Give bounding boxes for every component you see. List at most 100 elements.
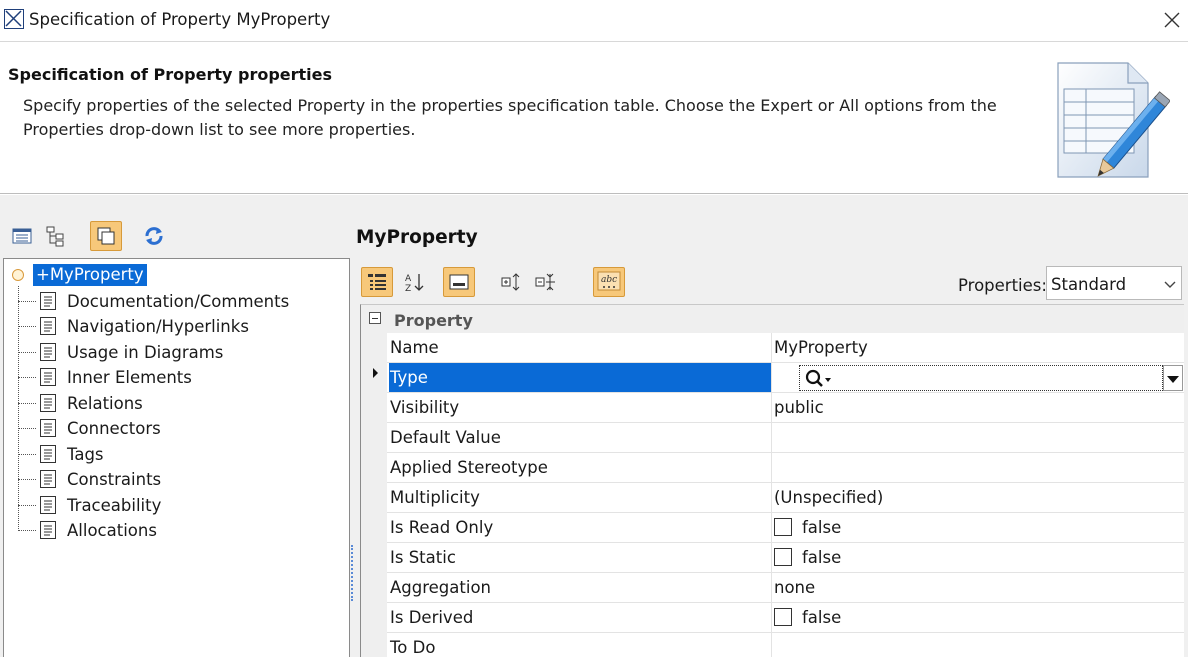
tree-item-label: Relations (67, 393, 143, 413)
description-panel-icon (449, 274, 469, 290)
close-icon (1164, 12, 1180, 28)
document-icon (40, 292, 56, 310)
overlap-windows-icon (97, 227, 115, 245)
row-aggregation[interactable]: Aggregation none (387, 573, 1184, 603)
tree-connector (18, 376, 36, 378)
tree-view-button[interactable] (42, 222, 70, 250)
refresh-button[interactable] (140, 222, 168, 250)
checkbox-value: false (802, 518, 842, 537)
row-default-value[interactable]: Default Value (387, 423, 1184, 453)
row-is-static[interactable]: Is Static false (387, 543, 1184, 573)
expand-all-button[interactable] (496, 267, 528, 297)
tree-item-label: Allocations (67, 520, 157, 540)
tree-item-traceability[interactable]: Traceability (18, 494, 161, 516)
row-value[interactable] (773, 633, 1184, 657)
header-description: Specify properties of the selected Prope… (23, 96, 997, 139)
tree-item-label: Navigation/Hyperlinks (67, 316, 249, 336)
text-edit-mode-button[interactable]: abc (593, 267, 625, 297)
row-value[interactable]: none (773, 573, 1184, 602)
type-search-field[interactable] (799, 365, 1163, 391)
tree-item-navigation-hyperlinks[interactable]: Navigation/Hyperlinks (18, 315, 249, 337)
row-visibility[interactable]: Visibility public (387, 393, 1184, 423)
spec-body: +MyProperty Documentation/Comments Navig… (0, 195, 1188, 657)
row-label: Is Read Only (389, 513, 772, 542)
panel-splitter-handle[interactable] (351, 545, 355, 601)
tree-root-label[interactable]: +MyProperty (33, 264, 147, 286)
row-is-read-only[interactable]: Is Read Only false (387, 513, 1184, 543)
tree-item-inner-elements[interactable]: Inner Elements (18, 366, 192, 388)
group-header-property[interactable]: Property (361, 305, 1184, 333)
row-applied-stereotype[interactable]: Applied Stereotype (387, 453, 1184, 483)
group-label: Property (394, 311, 473, 330)
static-checkbox[interactable] (774, 548, 792, 566)
tree-item-connectors[interactable]: Connectors (18, 417, 161, 439)
row-label: To Do (389, 633, 772, 657)
collapse-group-icon[interactable] (369, 312, 381, 324)
tree-item-usage-in-diagrams[interactable]: Usage in Diagrams (18, 341, 223, 363)
close-button[interactable] (1160, 8, 1184, 32)
tree-connector (18, 300, 36, 302)
row-multiplicity[interactable]: Multiplicity (Unspecified) (387, 483, 1184, 513)
abc-text-icon: abc (597, 271, 621, 291)
row-value[interactable]: false (773, 603, 1184, 632)
collapse-all-icon (535, 273, 555, 291)
type-dropdown-button[interactable] (1163, 365, 1183, 391)
tree-connector (18, 351, 36, 353)
collapse-all-button[interactable] (530, 267, 562, 297)
row-value[interactable] (773, 453, 1184, 482)
document-icon (40, 419, 56, 437)
document-icon (40, 521, 56, 539)
row-value[interactable]: (Unspecified) (773, 483, 1184, 512)
derived-checkbox[interactable] (774, 608, 792, 626)
tree-item-allocations[interactable]: Allocations (18, 519, 157, 541)
document-icon (40, 496, 56, 514)
chevron-down-icon (1164, 281, 1176, 288)
row-label: Aggregation (389, 573, 772, 602)
categorized-view-button[interactable] (361, 267, 393, 297)
title-bar: Specification of Property MyProperty (0, 0, 1188, 42)
document-icon (40, 470, 56, 488)
tree-item-relations[interactable]: Relations (18, 392, 143, 414)
tree-item-label: Constraints (67, 469, 162, 489)
row-value[interactable]: MyProperty (773, 333, 1184, 362)
tree-root[interactable]: +MyProperty (12, 264, 147, 286)
row-is-derived[interactable]: Is Derived false (387, 603, 1184, 633)
row-name[interactable]: Name MyProperty (387, 333, 1184, 363)
sort-alphabetically-button[interactable]: AZ (398, 267, 430, 297)
header-title: Specification of Property properties (8, 65, 333, 84)
checkbox-value: false (802, 608, 842, 627)
tree-item-tags[interactable]: Tags (18, 443, 104, 465)
properties-filter-dropdown[interactable]: Standard (1046, 266, 1182, 300)
tree-item-constraints[interactable]: Constraints (18, 468, 161, 490)
svg-text:Z: Z (405, 284, 411, 293)
row-value[interactable]: false (773, 513, 1184, 542)
row-type[interactable]: Type ... (387, 363, 1184, 393)
row-value[interactable]: false (773, 543, 1184, 572)
row-label: Type (389, 363, 772, 392)
tree-item-label: Usage in Diagrams (67, 342, 224, 362)
tree-item-label: Traceability (67, 495, 162, 515)
list-view-button[interactable] (8, 222, 36, 250)
document-icon (40, 368, 56, 386)
properties-filter-label: Properties: (958, 276, 1047, 295)
row-to-do[interactable]: To Do (387, 633, 1184, 657)
svg-text:A: A (405, 274, 412, 284)
tree-connector (18, 427, 36, 429)
read-only-checkbox[interactable] (774, 518, 792, 536)
current-row-arrow-icon (373, 368, 378, 378)
show-inherited-button[interactable] (90, 221, 122, 251)
row-value[interactable] (773, 423, 1184, 452)
document-icon (40, 343, 56, 361)
tree-connector (18, 325, 36, 327)
row-gutter (361, 333, 387, 657)
row-value[interactable]: public (773, 393, 1184, 422)
tree-connector (18, 453, 36, 455)
sort-az-icon: AZ (405, 274, 424, 293)
tree-connector (18, 529, 36, 531)
show-description-button[interactable] (443, 267, 475, 297)
tree-connector (18, 478, 36, 480)
tree-item-documentation-comments[interactable]: Documentation/Comments (18, 290, 289, 312)
document-icon (40, 317, 56, 335)
categorized-list-icon (368, 274, 386, 290)
spec-tree: +MyProperty Documentation/Comments Navig… (3, 258, 350, 657)
